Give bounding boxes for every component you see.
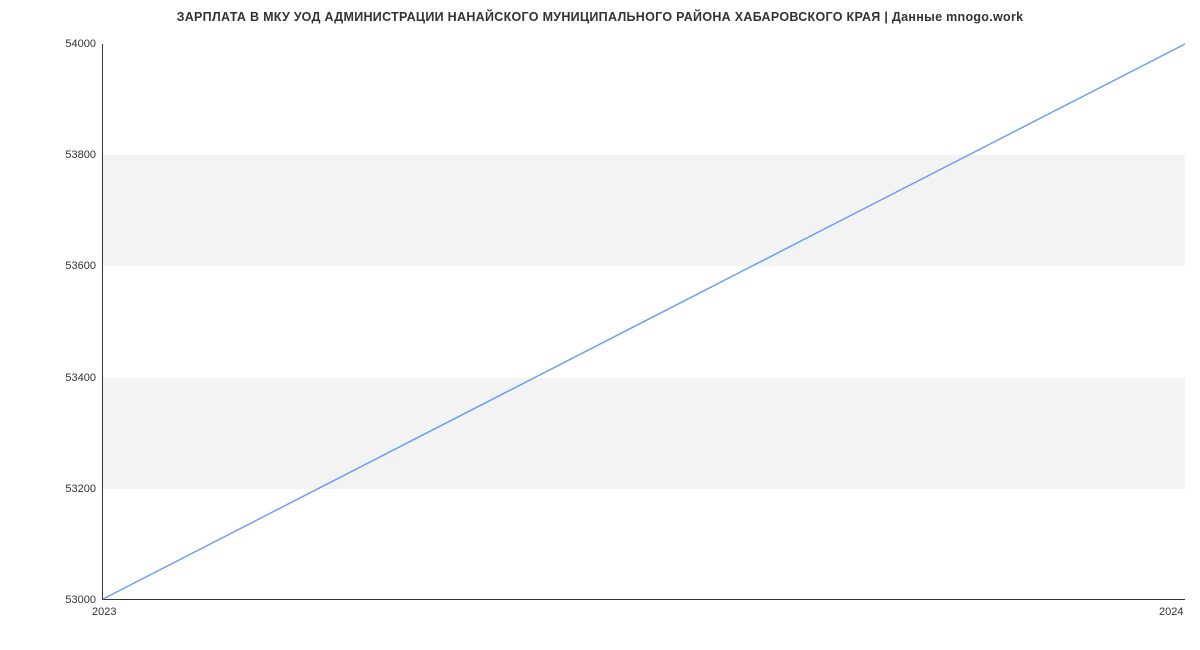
y-tick-label: 53200 bbox=[65, 483, 96, 495]
chart-title: ЗАРПЛАТА В МКУ УОД АДМИНИСТРАЦИИ НАНАЙСК… bbox=[0, 10, 1200, 24]
salary-line-chart: ЗАРПЛАТА В МКУ УОД АДМИНИСТРАЦИИ НАНАЙСК… bbox=[0, 0, 1200, 650]
y-tick-label: 53400 bbox=[65, 372, 96, 384]
y-tick-label: 54000 bbox=[65, 38, 96, 50]
x-tick-label: 2023 bbox=[92, 606, 116, 618]
y-tick-label: 53800 bbox=[65, 149, 96, 161]
x-tick-label: 2024 bbox=[1159, 606, 1183, 618]
plot-area bbox=[102, 44, 1185, 600]
y-tick-label: 53600 bbox=[65, 260, 96, 272]
series-line bbox=[103, 44, 1185, 599]
y-tick-label: 53000 bbox=[65, 594, 96, 606]
series-svg bbox=[103, 44, 1185, 599]
